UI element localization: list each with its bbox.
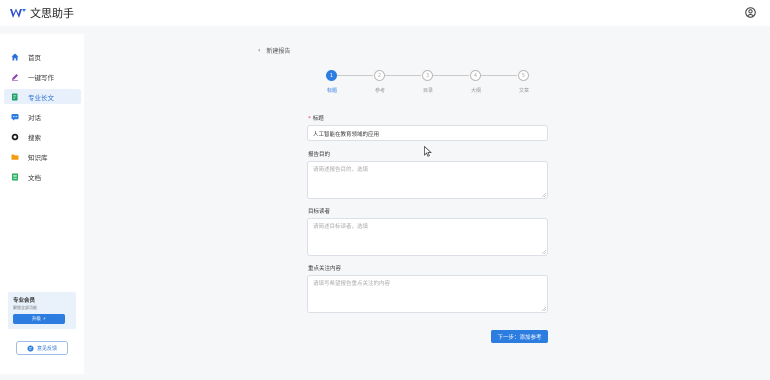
feedback-button[interactable]: 意见反馈: [16, 341, 68, 355]
lightning-icon: ⚡: [42, 316, 47, 322]
document-edit-icon: [11, 93, 19, 101]
mouse-cursor-icon: [424, 146, 432, 157]
readers-textarea[interactable]: 请简述目标读者，选填: [307, 218, 548, 256]
sidebar-item-label: 搜索: [28, 133, 41, 142]
pen-icon: [11, 73, 19, 81]
readers-field-label: 目标读者: [308, 209, 331, 215]
sidebar-item-home[interactable]: 首页: [4, 49, 81, 64]
sidebar-item-label: 一键写作: [28, 73, 54, 82]
app-title: 文思助手: [30, 7, 74, 20]
step-2-label: 参考: [374, 88, 385, 94]
purpose-placeholder: 请简述报告目的，选填: [313, 167, 369, 173]
step-4-label: 大纲: [470, 88, 481, 94]
logo-icon: [10, 8, 26, 18]
next-step-button[interactable]: 下一步：添加参考: [491, 330, 548, 343]
promo-title: 专业会员: [13, 298, 36, 304]
step-2-indicator[interactable]: 2: [374, 70, 385, 81]
step-5-label: 文章: [518, 88, 529, 94]
resize-handle-icon[interactable]: [542, 193, 546, 197]
focus-field-label: 重点关注内容: [308, 266, 342, 272]
step-1-indicator[interactable]: 1: [326, 70, 337, 81]
resize-handle-icon[interactable]: [542, 250, 546, 254]
step-connector: [385, 75, 421, 76]
feedback-icon: [27, 344, 34, 352]
sidebar-item-long-form[interactable]: 专业长文: [4, 89, 81, 104]
step-progress: 1 2 3 4 5 标题 参考 目录 大纲 文章: [320, 70, 540, 94]
user-account-icon[interactable]: [745, 7, 756, 18]
home-icon: [11, 53, 19, 61]
sidebar-item-label: 对话: [28, 113, 41, 122]
purpose-field-label: 报告目的: [308, 152, 331, 158]
sidebar-item-label: 文档: [28, 173, 41, 182]
purpose-textarea[interactable]: 请简述报告目的，选填: [307, 161, 548, 199]
app-logo[interactable]: 文思助手: [10, 5, 74, 21]
step-connector: [433, 75, 469, 76]
folder-icon: [11, 153, 19, 161]
document-list-icon: [11, 173, 19, 181]
step-4-indicator[interactable]: 4: [470, 70, 481, 81]
feedback-label: 意见反馈: [36, 345, 57, 352]
focus-placeholder: 请填写希望报告重点关注的内容: [313, 281, 391, 287]
page-title: 新建报告: [266, 48, 291, 55]
upgrade-button[interactable]: 升级 ⚡: [13, 314, 65, 324]
top-bar: 文思助手: [0, 0, 770, 26]
required-marker: *: [308, 116, 311, 122]
step-3-indicator[interactable]: 3: [422, 70, 433, 81]
sidebar-item-label: 首页: [28, 53, 41, 62]
upgrade-button-label: 升级: [31, 317, 41, 322]
search-icon: [11, 133, 19, 141]
resize-handle-icon[interactable]: [542, 307, 546, 311]
sidebar-item-quick-write[interactable]: 一键写作: [4, 69, 81, 84]
step-connector: [481, 75, 517, 76]
focus-textarea[interactable]: 请填写希望报告重点关注的内容: [307, 275, 548, 313]
sidebar-item-search[interactable]: 搜索: [4, 129, 81, 144]
sidebar-item-label: 知识库: [28, 153, 48, 162]
sidebar-item-label: 专业长文: [28, 93, 54, 102]
back-link[interactable]: ‹ 新建报告: [258, 46, 290, 55]
readers-placeholder: 请简述目标读者，选填: [313, 224, 369, 230]
step-connector: [337, 75, 373, 76]
sidebar: 首页 一键写作 专业长文 对话 搜索 知识库 文档 专业会员 解锁全部功能 升级…: [0, 34, 84, 374]
promo-subtitle: 解锁全部功能: [13, 305, 37, 310]
sidebar-item-documents[interactable]: 文档: [4, 169, 81, 184]
sidebar-item-knowledge-base[interactable]: 知识库: [4, 149, 81, 164]
title-label-text: 标题: [312, 116, 324, 122]
step-3-label: 目录: [422, 88, 433, 94]
chat-icon: [11, 113, 19, 121]
chevron-left-icon: ‹: [258, 47, 261, 54]
title-input[interactable]: 人工智能在教育领域的应用: [307, 125, 548, 141]
membership-promo: 专业会员 解锁全部功能 升级 ⚡: [8, 292, 76, 329]
title-field-label: * 标题: [308, 114, 324, 122]
step-5-indicator[interactable]: 5: [518, 70, 529, 81]
step-1-label: 标题: [326, 88, 337, 94]
sidebar-item-chat[interactable]: 对话: [4, 109, 81, 124]
